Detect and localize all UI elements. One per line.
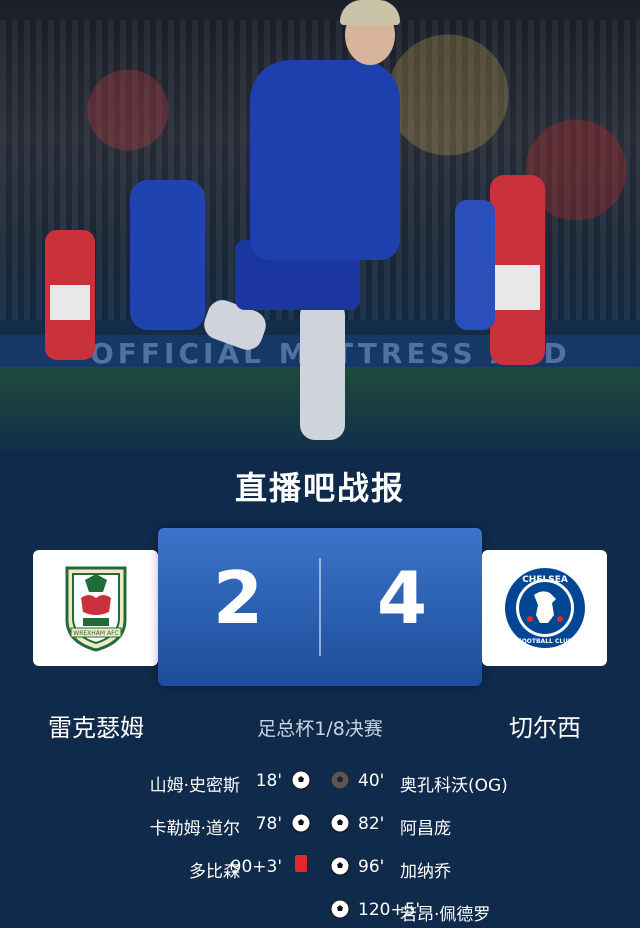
red-card-icon: [295, 855, 307, 872]
ball-icon: [330, 856, 350, 876]
home-scorer: 山姆·史密斯: [149, 776, 240, 796]
home-scorer: 卡勒姆·道尔: [149, 819, 240, 839]
ball-icon: [330, 813, 350, 833]
home-minute: 78': [255, 814, 282, 834]
event-row: 山姆·史密斯 18' 40' 奥孔科沃(OG): [0, 767, 640, 797]
event-row: 卡勒姆·道尔 78' 82' 阿昌庞: [0, 810, 640, 840]
wrexham-crest-icon: WREXHAM AFC: [65, 566, 127, 652]
score-divider: [319, 558, 321, 656]
player-blue-2: [455, 200, 495, 330]
away-team-name: 切尔西: [509, 714, 581, 742]
event-row: 120+5' 若昂·佩德罗: [0, 896, 640, 926]
ball-icon: [291, 770, 311, 790]
away-scorer: 加纳乔: [400, 862, 451, 882]
page-title: 直播吧战报: [234, 469, 405, 507]
ball-icon-dark: [330, 770, 350, 790]
ball-icon: [291, 813, 311, 833]
chelsea-crest-icon: CHELSEA FOOTBALL CLUB: [505, 568, 585, 648]
home-team-card[interactable]: WREXHAM AFC: [33, 550, 158, 666]
score-box: 2 4: [158, 528, 482, 686]
player-red-1-shorts: [50, 285, 90, 320]
scoreboard: WREXHAM AFC 2 4 CHELSEA FOOTBALL CLUB: [33, 528, 607, 686]
hero-photo: OFFICIAL MATTRESS AND: [0, 0, 640, 450]
away-scorer: 奥孔科沃(OG): [400, 776, 508, 796]
player-blue-1: [130, 180, 205, 330]
player-main-leg: [300, 300, 345, 440]
away-minute: 96': [358, 857, 385, 877]
ball-icon: [330, 899, 350, 919]
away-minute: 82': [358, 814, 385, 834]
crest-text-bottom: FOOTBALL CLUB: [518, 638, 573, 645]
home-minute: 18': [255, 771, 282, 791]
away-team-card[interactable]: CHELSEA FOOTBALL CLUB: [482, 550, 607, 666]
crest-text: WREXHAM AFC: [73, 630, 118, 637]
away-minute: 40': [358, 771, 385, 791]
away-scorer: 若昂·佩德罗: [400, 905, 491, 925]
crest-text-top: CHELSEA: [522, 575, 568, 585]
player-main-shirt: [250, 60, 400, 260]
event-row: 多比森 90+3' 96' 加纳乔: [0, 853, 640, 883]
away-score: 4: [376, 556, 428, 640]
home-score: 2: [212, 556, 264, 640]
away-scorer: 阿昌庞: [400, 819, 451, 839]
home-minute: 90+3': [230, 857, 282, 877]
player-main-hair: [340, 0, 400, 25]
